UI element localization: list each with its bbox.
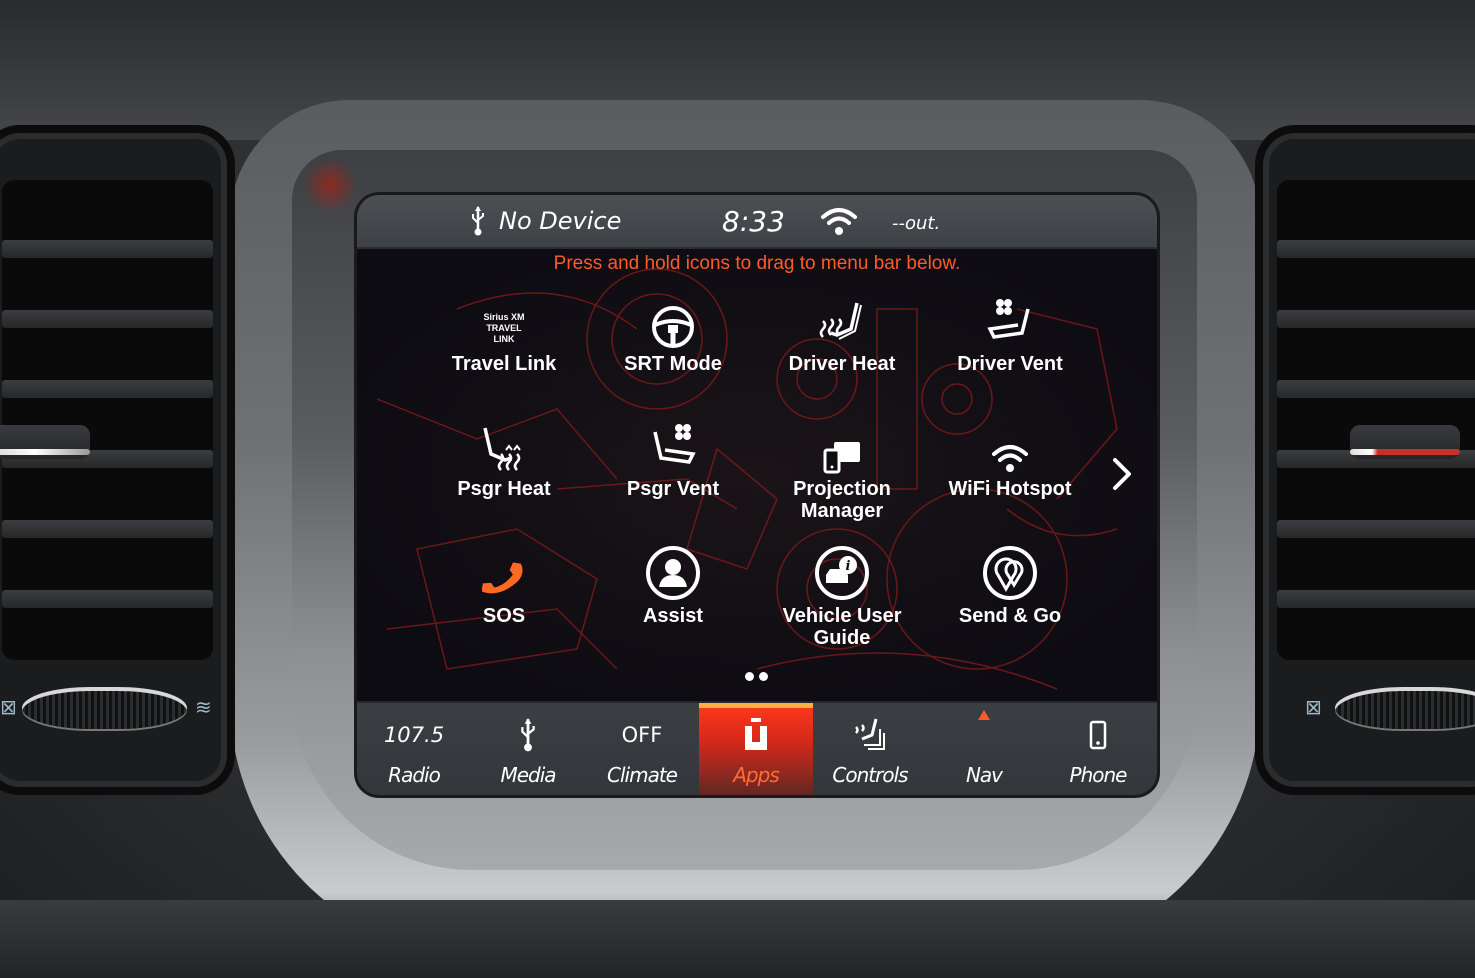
app-label: Assist (642, 605, 704, 627)
app-send-and-go[interactable]: Send & Go (935, 541, 1085, 627)
app-vehicle-user-guide[interactable]: i Vehicle User Guide (767, 541, 917, 649)
clock: 8:33 (722, 205, 785, 238)
outside-temperature: --out. (892, 213, 941, 234)
send-and-go-pin-icon (935, 541, 1085, 601)
chevron-right-icon[interactable] (1107, 454, 1137, 494)
smartphone-icon (1041, 715, 1155, 755)
nav-media[interactable]: Media (471, 703, 585, 795)
nav-apps[interactable]: Apps (699, 703, 813, 795)
app-driver-heat[interactable]: Driver Heat (767, 289, 917, 375)
app-travel-link[interactable]: Sirius XM TRAVEL LINK Travel Link (429, 289, 579, 375)
nav-controls[interactable]: Controls (813, 703, 927, 795)
app-label: Psgr Heat (457, 478, 551, 500)
nav-label: Media (500, 763, 556, 787)
nav-label: Climate (607, 763, 678, 787)
vent-thumbwheel[interactable] (22, 687, 187, 729)
siriusxm-travel-link-icon: Sirius XM TRAVEL LINK (483, 312, 525, 344)
app-label: Travel Link (451, 353, 557, 375)
app-label: Send & Go (958, 605, 1062, 627)
app-psgr-heat[interactable]: Psgr Heat (429, 414, 579, 500)
uconnect-apps-icon (699, 715, 813, 755)
nav-label: Controls (832, 763, 908, 787)
app-srt-mode[interactable]: SRT Mode (598, 289, 748, 375)
app-label: Driver Heat (788, 353, 896, 375)
svg-text:i: i (846, 559, 851, 574)
wifi-icon (819, 205, 859, 241)
usb-icon (471, 715, 585, 755)
bezel-reflection (300, 160, 360, 210)
usb-icon (470, 205, 486, 241)
controls-seat-icon (813, 715, 927, 755)
vent-direction-tab[interactable] (1350, 425, 1460, 459)
phone-handset-icon (429, 541, 579, 601)
nav-label: Radio (388, 763, 441, 787)
apps-page: Press and hold icons to drag to menu bar… (357, 249, 1157, 701)
vent-grille (2, 180, 213, 660)
nav-phone[interactable]: Phone (1041, 703, 1155, 795)
app-assist[interactable]: Assist (598, 541, 748, 627)
app-projection-manager[interactable]: Projection Manager (767, 414, 917, 522)
page-dot-1[interactable] (745, 672, 754, 681)
vent-grille (1277, 180, 1475, 660)
drag-hint: Press and hold icons to drag to menu bar… (553, 253, 961, 274)
assist-agent-icon (598, 541, 748, 601)
nav-label: Apps (733, 763, 780, 787)
nav-radio[interactable]: 107.5 Radio (357, 703, 471, 795)
app-label: SRT Mode (624, 353, 722, 375)
radio-frequency: 107.5 (383, 723, 445, 747)
nav-climate[interactable]: OFF Climate (585, 703, 699, 795)
vent-direction-tab[interactable] (0, 425, 90, 459)
nav-nav[interactable]: Nav (927, 703, 1041, 795)
steering-wheel-icon (598, 289, 748, 349)
vent-thumbwheel[interactable] (1335, 687, 1475, 729)
driver-seat-vent-icon (935, 289, 1085, 349)
app-label: Vehicle User Guide (782, 605, 902, 649)
app-wifi-hotspot[interactable]: WiFi Hotspot (935, 414, 1085, 500)
app-label: Driver Vent (957, 353, 1063, 375)
right-air-vent: ⊠ (1255, 125, 1475, 795)
app-label: Psgr Vent (626, 478, 720, 500)
vent-closed-icon: ⊠ (1305, 695, 1322, 719)
main-menu-bar: 107.5 Radio Media OFF Climate Apps Contr… (357, 701, 1157, 795)
climate-status: OFF (621, 723, 663, 747)
page-indicator (745, 666, 773, 685)
vent-closed-icon: ⊠ (0, 695, 17, 719)
page-dot-2[interactable] (759, 672, 768, 681)
passenger-seat-heat-icon (429, 414, 579, 474)
app-sos[interactable]: SOS (429, 541, 579, 627)
airflow-icon: ≋ (195, 695, 212, 719)
app-label: SOS (482, 605, 526, 627)
wifi-hotspot-icon (935, 414, 1085, 474)
dashboard-lower (0, 900, 1475, 978)
infotainment-screen: No Device 8:33 --out. Press and hold ico… (357, 195, 1157, 795)
left-air-vent: ≋ ⊠ (0, 125, 235, 795)
app-psgr-vent[interactable]: Psgr Vent (598, 414, 748, 500)
nav-label: Nav (965, 763, 1003, 787)
driver-seat-heat-icon (767, 289, 917, 349)
nav-arrow-icon (927, 705, 1041, 725)
status-bar: No Device 8:33 --out. (357, 195, 1157, 249)
app-label: Projection Manager (793, 478, 891, 522)
nav-label: Phone (1069, 763, 1128, 787)
vehicle-info-icon: i (767, 541, 917, 601)
app-label: WiFi Hotspot (948, 478, 1072, 500)
app-driver-vent[interactable]: Driver Vent (935, 289, 1085, 375)
passenger-seat-vent-icon (598, 414, 748, 474)
media-status[interactable]: No Device (499, 207, 621, 235)
projection-manager-icon (767, 414, 917, 474)
